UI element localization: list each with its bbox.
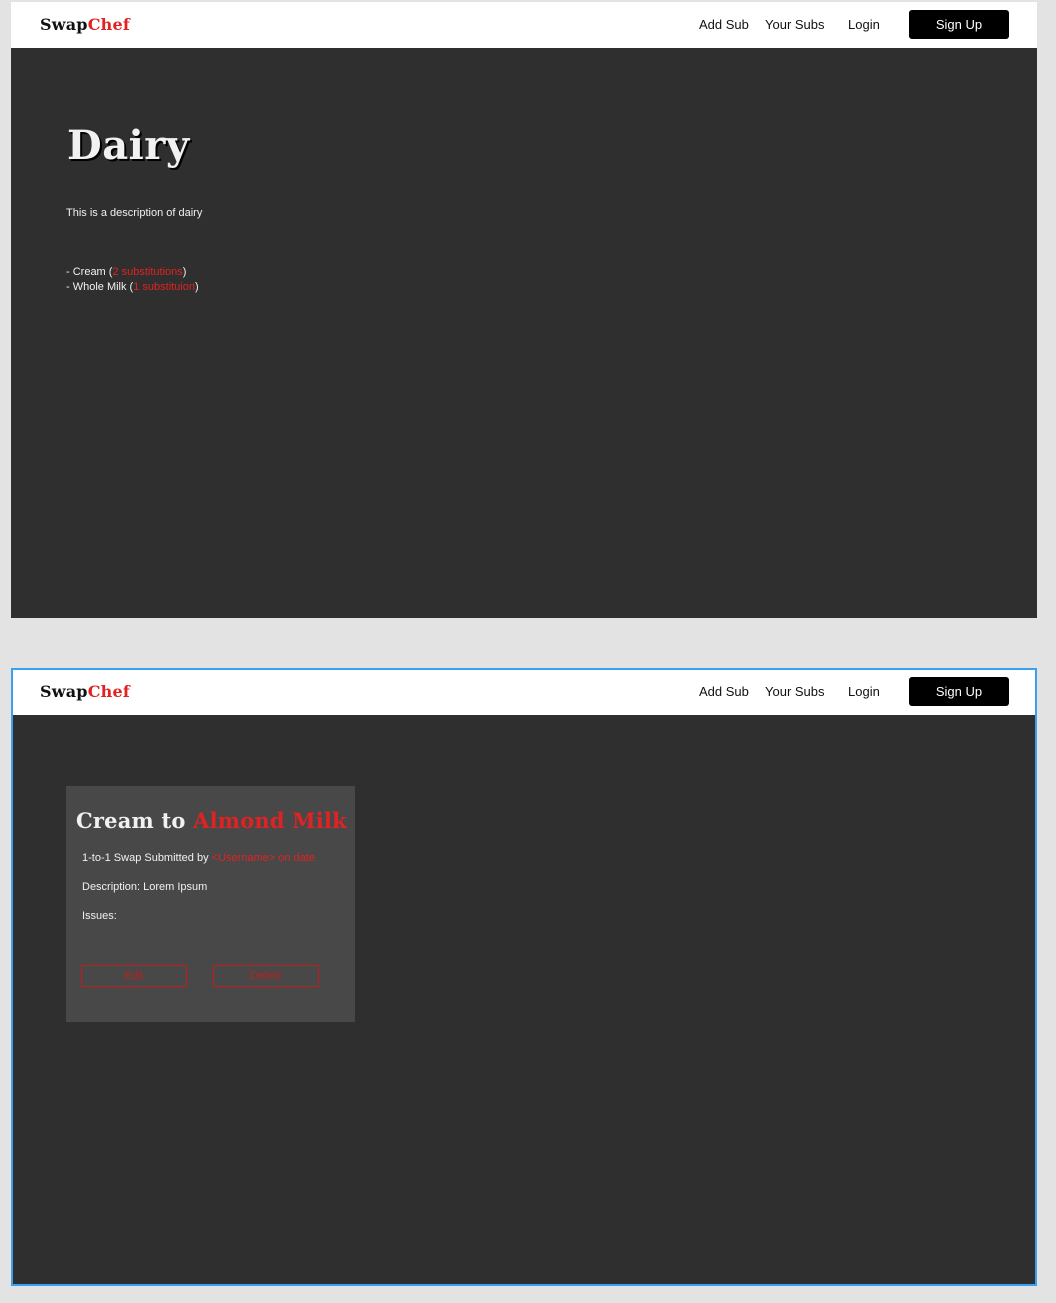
list-item: - Whole Milk (1 substituion) <box>66 280 199 295</box>
swap-issues: Issues: <box>82 910 117 922</box>
submitted-user: <Username> on date <box>211 852 315 864</box>
nav-login[interactable]: Login <box>848 17 880 32</box>
nav-add-sub[interactable]: Add Sub <box>699 684 749 699</box>
navbar: SwapChef Add Sub Your Subs Login Sign Up <box>11 2 1037 48</box>
ingredient-name: - Cream ( <box>66 266 113 278</box>
logo[interactable]: SwapChef <box>40 15 130 34</box>
category-page-frame: SwapChef Add Sub Your Subs Login Sign Up… <box>11 2 1037 618</box>
page-title: Dairy <box>67 122 190 169</box>
closing-paren: ) <box>195 281 199 293</box>
logo-chef: Chef <box>87 682 130 701</box>
ingredient-list: - Cream (2 substitutions) - Whole Milk (… <box>66 265 199 295</box>
category-description: This is a description of dairy <box>66 207 203 219</box>
ingredient-name: - Whole Milk ( <box>66 281 134 293</box>
navbar: SwapChef Add Sub Your Subs Login Sign Up <box>13 670 1035 715</box>
list-item: - Cream (2 substitutions) <box>66 265 199 280</box>
logo-swap: Swap <box>40 682 88 701</box>
logo-swap: Swap <box>40 15 88 34</box>
submitted-by: 1-to-1 Swap Submitted by <Username> on d… <box>82 852 315 864</box>
swap-description: Description: Lorem Ipsum <box>82 881 208 893</box>
nav-add-sub[interactable]: Add Sub <box>699 17 749 32</box>
sign-up-button[interactable]: Sign Up <box>909 677 1009 706</box>
sign-up-button[interactable]: Sign Up <box>909 10 1009 39</box>
nav-your-subs[interactable]: Your Subs <box>765 17 825 32</box>
swap-title-to: Almond Milk <box>193 808 347 833</box>
nav-your-subs[interactable]: Your Subs <box>765 684 825 699</box>
swap-title: Cream to Almond Milk <box>76 808 347 833</box>
edit-button[interactable]: Edit <box>81 965 187 987</box>
logo[interactable]: SwapChef <box>40 682 130 701</box>
substitutions-link[interactable]: 2 substitutions <box>112 266 182 278</box>
closing-paren: ) <box>182 266 187 278</box>
substitutions-link[interactable]: 1 substituion <box>133 281 195 293</box>
nav-login[interactable]: Login <box>848 684 880 699</box>
delete-button[interactable]: Delete <box>213 965 319 987</box>
swap-title-from: Cream to <box>76 808 194 833</box>
logo-chef: Chef <box>87 15 130 34</box>
swap-detail-frame: SwapChef Add Sub Your Subs Login Sign Up… <box>11 668 1037 1286</box>
submitted-prefix: 1-to-1 Swap Submitted by <box>82 852 212 864</box>
swap-card: Cream to Almond Milk 1-to-1 Swap Submitt… <box>66 786 355 1022</box>
